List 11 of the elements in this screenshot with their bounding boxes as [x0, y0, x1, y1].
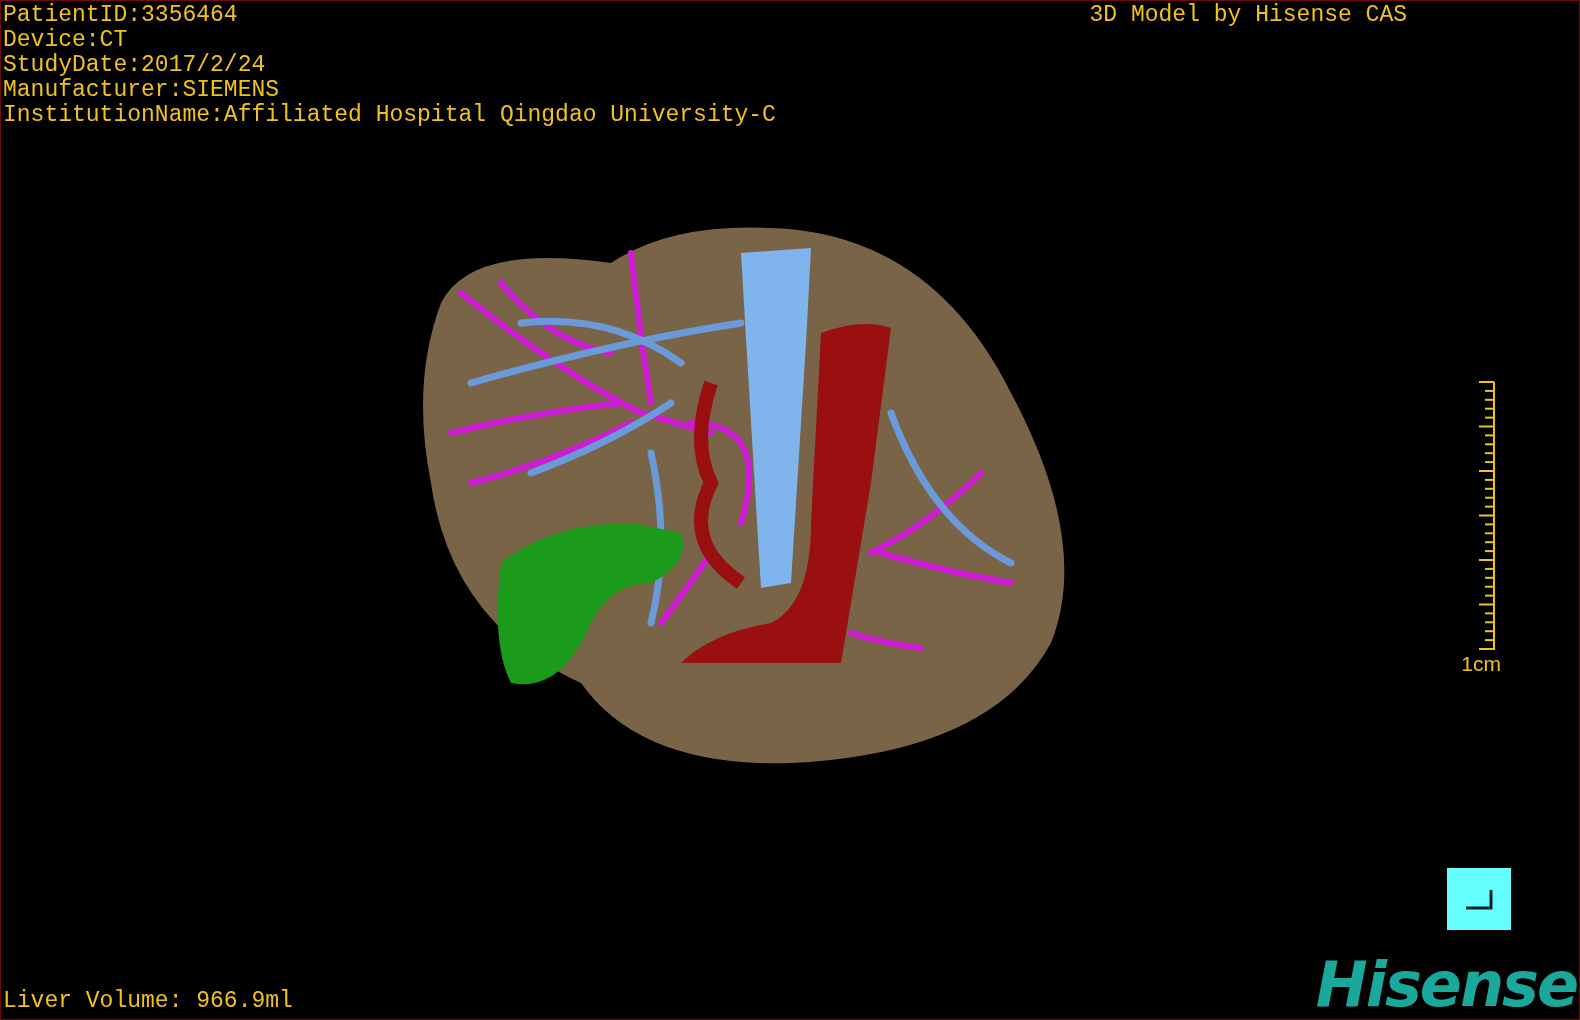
patient-info-text: StudyDate:2017/2/24	[3, 53, 267, 78]
patient-info-text: Manufacturer:SIEMENS	[3, 78, 281, 103]
patient-info-text: PatientID:3356464	[3, 3, 239, 28]
scale-label: 1cm	[1461, 650, 1501, 676]
liver-volume-text: Liver Volume: 966.9ml	[3, 989, 293, 1014]
patient-info-text: Device:CT	[3, 28, 129, 53]
brand-logo: Hisense	[1315, 956, 1577, 1014]
view-corner-button[interactable]	[1447, 868, 1511, 930]
patient-info-text: InstitutionName:Affiliated Hospital Qingdao University-C	[3, 103, 776, 128]
model-title: 3D Model by Hisense CAS	[1089, 3, 1407, 30]
corner-icon	[1464, 887, 1494, 911]
